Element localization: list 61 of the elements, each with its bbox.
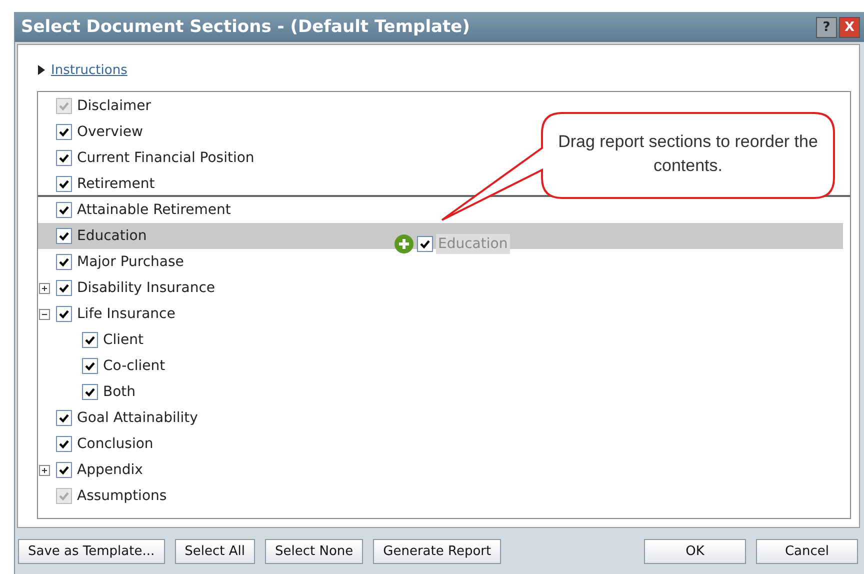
checkmark-icon <box>58 230 70 242</box>
dialog-button[interactable]: Generate Report <box>373 539 502 564</box>
expand-icon[interactable] <box>39 282 50 294</box>
dialog-button[interactable]: OK <box>644 539 746 564</box>
section-item[interactable]: Goal Attainability <box>77 410 198 426</box>
dialog-button[interactable]: Select None <box>265 539 364 564</box>
close-button[interactable]: X <box>839 16 860 38</box>
checkbox[interactable] <box>82 384 98 400</box>
section-item[interactable]: Education <box>77 228 147 244</box>
checkbox[interactable] <box>56 150 72 166</box>
section-item[interactable]: Both <box>103 384 136 400</box>
checkbox[interactable] <box>56 280 72 296</box>
section-item[interactable]: Client <box>103 332 144 348</box>
checkmark-icon <box>58 438 70 450</box>
help-button[interactable]: ? <box>816 16 837 38</box>
ghost-label: Education <box>436 234 510 254</box>
section-item[interactable]: Attainable Retirement <box>77 202 231 218</box>
checkbox[interactable] <box>56 228 72 244</box>
checkbox[interactable] <box>56 306 72 322</box>
dialog-button[interactable]: Cancel <box>756 539 858 564</box>
checkbox[interactable] <box>56 254 72 270</box>
checkmark-icon <box>58 256 70 268</box>
dialog-button[interactable]: Select All <box>174 539 255 564</box>
section-item[interactable]: Conclusion <box>77 436 154 452</box>
checkmark-icon <box>58 204 70 216</box>
callout-text: Drag report sections to reorder the contents. <box>557 131 819 177</box>
expand-icon[interactable] <box>39 464 50 476</box>
checkbox[interactable] <box>56 176 72 192</box>
instructions-link[interactable]: Instructions <box>51 62 128 78</box>
checkmark-icon <box>58 412 70 424</box>
dialog-button[interactable]: Save as Template... <box>18 539 165 564</box>
checkbox[interactable] <box>56 202 72 218</box>
window-title: Select Document Sections - (Default Template) <box>21 17 470 37</box>
checkmark-icon <box>84 386 96 398</box>
section-item[interactable]: Appendix <box>77 462 143 478</box>
checkmark-icon <box>58 100 70 112</box>
section-item[interactable]: Major Purchase <box>77 254 184 270</box>
checkbox[interactable] <box>56 410 72 426</box>
checkbox[interactable] <box>56 436 72 452</box>
checkbox[interactable] <box>82 358 98 374</box>
expand-arrow-icon[interactable] <box>37 65 45 75</box>
section-item[interactable]: Overview <box>77 124 143 140</box>
checkmark-icon <box>58 282 70 294</box>
collapse-icon[interactable] <box>39 308 50 320</box>
section-item[interactable]: Retirement <box>77 176 155 192</box>
checkmark-icon <box>58 308 70 320</box>
checkmark-icon <box>58 178 70 190</box>
checkbox[interactable] <box>56 462 72 478</box>
section-item[interactable]: Current Financial Position <box>77 150 254 166</box>
checkmark-icon <box>58 126 70 138</box>
checkmark-icon <box>58 490 70 502</box>
plus-icon <box>394 234 414 254</box>
checkmark-icon <box>84 360 96 372</box>
section-item[interactable]: Co-client <box>103 358 166 374</box>
checkmark-icon <box>58 152 70 164</box>
checkmark-icon <box>58 464 70 476</box>
checkbox[interactable] <box>56 124 72 140</box>
section-item[interactable]: Life Insurance <box>77 306 176 322</box>
section-item[interactable]: Disability Insurance <box>77 280 216 296</box>
checkbox[interactable] <box>82 332 98 348</box>
checkmark-icon <box>84 334 96 346</box>
